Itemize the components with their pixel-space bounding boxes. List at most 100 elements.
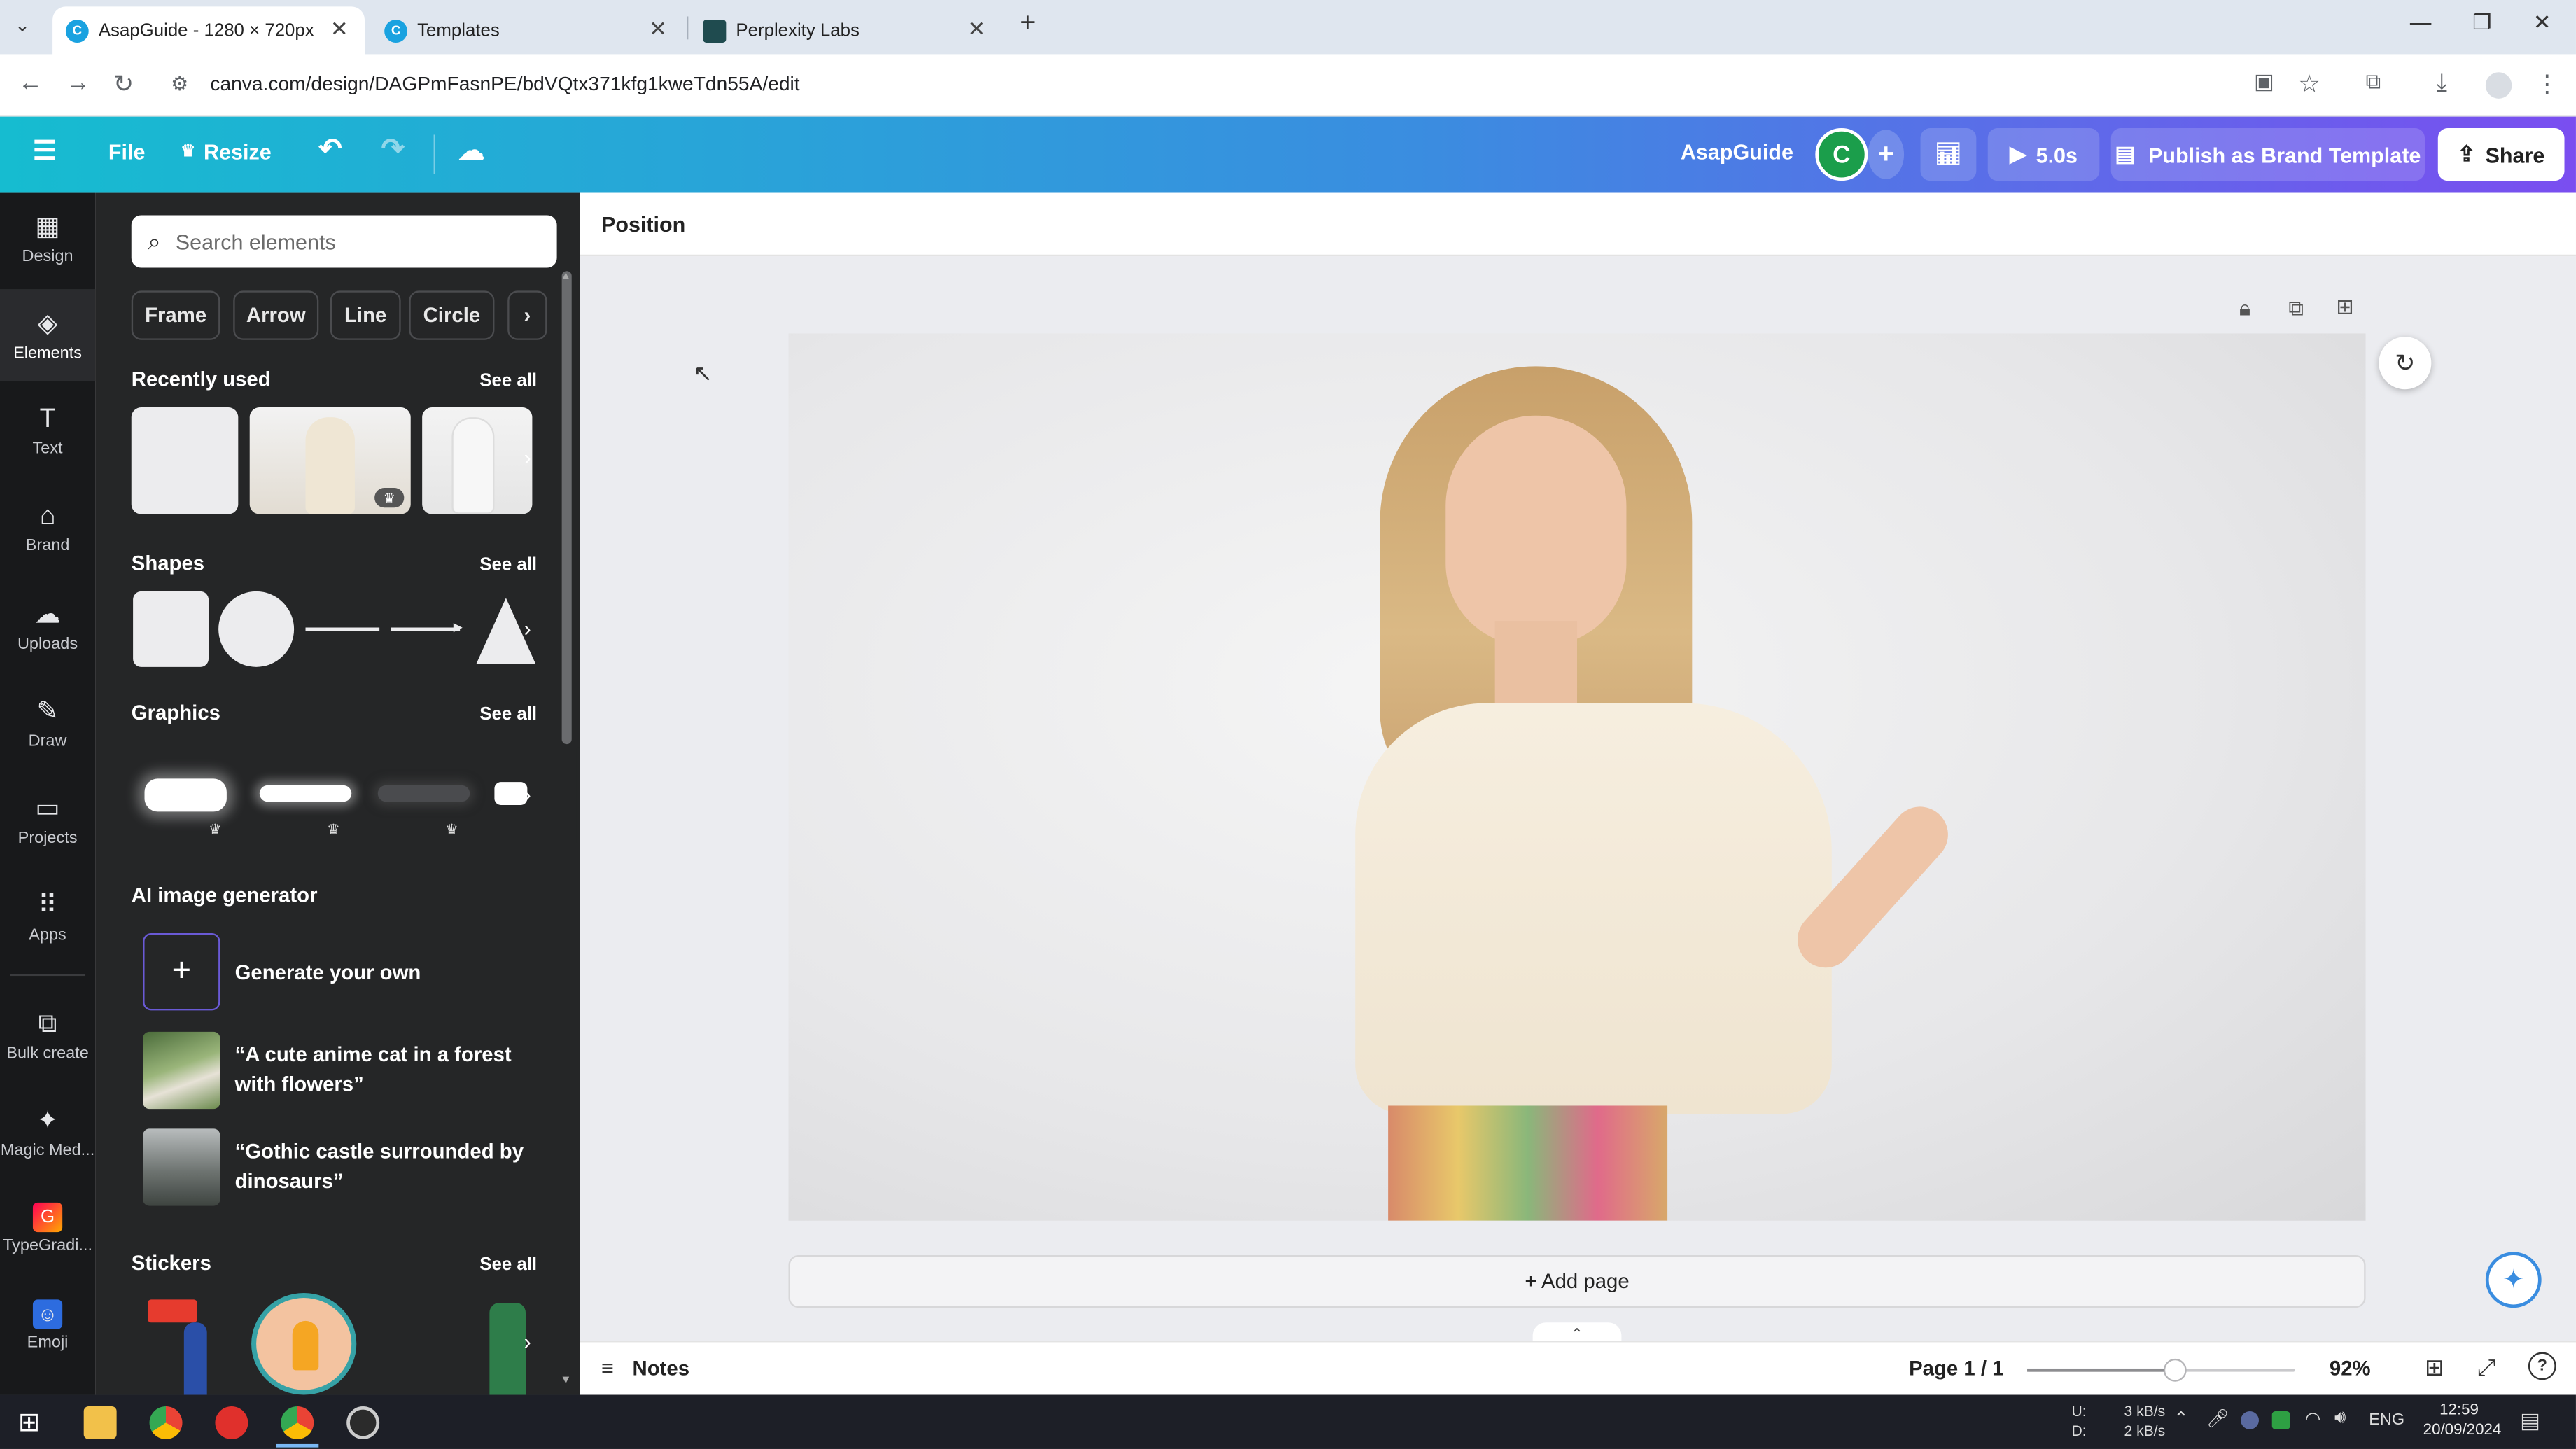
- graphic-dark-bar[interactable]: [377, 785, 470, 802]
- tab-list-chevron-icon[interactable]: ⌄: [15, 15, 30, 36]
- chrome-active-icon[interactable]: [281, 1406, 314, 1439]
- fullscreen-icon[interactable]: ⤢: [2477, 1354, 2496, 1382]
- resize-button[interactable]: Resize: [204, 139, 272, 164]
- publish-brand-template-button[interactable]: ▤ Publish as Brand Template: [2110, 128, 2426, 181]
- zoom-slider-handle[interactable]: [2163, 1358, 2186, 1382]
- graphic-partial[interactable]: [494, 782, 528, 805]
- share-button[interactable]: ⇪ Share: [2437, 128, 2565, 181]
- profile-avatar[interactable]: [2485, 72, 2512, 99]
- tab-templates[interactable]: C Templates ✕: [371, 6, 683, 54]
- rail-item-design[interactable]: ▦ Design: [0, 192, 95, 284]
- generate-plus-icon[interactable]: +: [143, 933, 220, 1011]
- rail-item-elements[interactable]: ◈ Elements: [0, 289, 96, 382]
- add-page-button[interactable]: + Add page: [788, 1255, 2366, 1308]
- shape-circle[interactable]: [218, 591, 295, 667]
- shape-arrow[interactable]: [391, 627, 461, 631]
- wifi-icon[interactable]: ◠: [2305, 1408, 2321, 1429]
- url-text[interactable]: canva.com/design/DAGPmFasnPE/bdVQtx371kf…: [210, 72, 799, 95]
- ai-castle-thumbnail[interactable]: [143, 1128, 220, 1206]
- ai-prompt-castle[interactable]: “Gothic castle surrounded by dinosaurs”: [235, 1137, 531, 1196]
- zoom-slider-track[interactable]: [2027, 1358, 2295, 1382]
- chip-circle[interactable]: Circle: [409, 290, 495, 340]
- browser-menu-icon[interactable]: ⋮: [2535, 69, 2559, 99]
- opera-icon[interactable]: [215, 1406, 248, 1439]
- position-button[interactable]: Position: [601, 212, 685, 237]
- add-page-icon[interactable]: ⊞: [2336, 294, 2354, 321]
- page-action-icon[interactable]: ▣: [2254, 69, 2274, 96]
- forward-icon[interactable]: →: [66, 69, 90, 97]
- chip-arrow[interactable]: Arrow: [233, 290, 319, 340]
- shapes-see-all[interactable]: See all: [479, 555, 537, 575]
- clock-date[interactable]: 20/09/2024: [2423, 1421, 2502, 1441]
- recent-photo-woman-2[interactable]: [422, 407, 533, 514]
- file-explorer-icon[interactable]: [83, 1406, 117, 1439]
- recent-photo-woman[interactable]: ♛: [249, 407, 411, 514]
- recent-next-icon[interactable]: ›: [524, 445, 531, 470]
- clock-time[interactable]: 12:59: [2440, 1401, 2479, 1421]
- graphics-next-icon[interactable]: ›: [524, 782, 531, 806]
- tray-nvidia-icon[interactable]: [2272, 1410, 2290, 1429]
- ai-prompt-cat[interactable]: “A cute anime cat in a forest with flowe…: [235, 1040, 531, 1099]
- new-tab-icon[interactable]: +: [1020, 10, 1035, 39]
- recent-square-shape[interactable]: [131, 407, 239, 514]
- rail-item-draw[interactable]: ✎ Draw: [0, 677, 95, 769]
- language-indicator[interactable]: ENG: [2369, 1411, 2404, 1429]
- shape-line[interactable]: [305, 627, 380, 631]
- insights-button[interactable]: 📊︎: [1920, 128, 1977, 181]
- tab-asapguide[interactable]: C AsapGuide - 1280 × 720px ✕: [52, 6, 365, 55]
- notifications-icon[interactable]: ▤: [2520, 1408, 2540, 1434]
- undo-icon[interactable]: ↶: [318, 133, 342, 166]
- design-name[interactable]: AsapGuide: [1681, 139, 1793, 164]
- download-icon[interactable]: ⤓: [2436, 69, 2447, 97]
- present-button[interactable]: ▶ 5.0s: [1987, 128, 2100, 181]
- tray-expand-icon[interactable]: ⌃: [2174, 1408, 2189, 1429]
- sticker-awareness-badge[interactable]: [251, 1293, 357, 1395]
- cloud-save-icon[interactable]: ☁: [458, 134, 485, 167]
- close-window-icon[interactable]: ✕: [2533, 10, 2552, 36]
- graphic-glow-bar[interactable]: [259, 785, 352, 802]
- search-elements-input[interactable]: ⌕ Search elements: [131, 215, 557, 268]
- rail-item-magic-media[interactable]: ✦ Magic Med...: [0, 1086, 95, 1177]
- notes-button[interactable]: Notes: [633, 1357, 690, 1380]
- grid-view-icon[interactable]: ⊞: [2425, 1354, 2444, 1382]
- shapes-next-icon[interactable]: ›: [524, 616, 531, 640]
- ai-cat-thumbnail[interactable]: [143, 1031, 220, 1110]
- invite-plus-icon[interactable]: +: [1868, 130, 1905, 179]
- minimize-icon[interactable]: —: [2410, 10, 2432, 34]
- chip-line[interactable]: Line: [330, 290, 401, 340]
- close-tab-icon[interactable]: ✕: [649, 16, 667, 43]
- file-menu-button[interactable]: File: [108, 139, 146, 164]
- rail-item-uploads[interactable]: ☁ Uploads: [0, 580, 95, 671]
- extensions-icon[interactable]: ⧉: [2366, 69, 2381, 96]
- windows-start-icon[interactable]: ⊞: [18, 1406, 40, 1439]
- back-icon[interactable]: ←: [18, 69, 43, 97]
- duplicate-page-icon[interactable]: ⧉: [2288, 295, 2304, 322]
- chrome-icon[interactable]: [149, 1406, 183, 1439]
- stickers-next-icon[interactable]: ›: [524, 1329, 531, 1354]
- chips-next-icon[interactable]: ›: [507, 290, 547, 340]
- obs-icon[interactable]: [346, 1406, 380, 1439]
- refresh-ai-icon[interactable]: ↻: [2379, 337, 2432, 390]
- reload-icon[interactable]: ↻: [113, 69, 134, 99]
- rail-item-brand[interactable]: ⌂ Brand: [0, 483, 95, 575]
- redo-icon[interactable]: ↷: [381, 133, 404, 166]
- rail-item-projects[interactable]: ▭ Projects: [0, 774, 95, 865]
- rail-item-apps[interactable]: ⠿ Apps: [0, 871, 95, 962]
- user-avatar[interactable]: C: [1815, 128, 1868, 181]
- scroll-down-icon[interactable]: ▼: [560, 1375, 571, 1386]
- site-settings-icon[interactable]: ⚙: [171, 72, 188, 95]
- page-indicator[interactable]: Page 1 / 1: [1909, 1357, 2003, 1380]
- volume-icon[interactable]: 🔊︎: [2334, 1408, 2346, 1429]
- shape-square[interactable]: [133, 591, 209, 667]
- sticker-person-sign[interactable]: [148, 1296, 223, 1395]
- zoom-level[interactable]: 92%: [2330, 1357, 2371, 1380]
- scroll-up-icon[interactable]: ▲: [560, 271, 571, 282]
- generate-your-own-label[interactable]: Generate your own: [235, 958, 421, 987]
- stickers-see-all[interactable]: See all: [479, 1255, 537, 1275]
- magic-assistant-icon[interactable]: ✦: [2485, 1252, 2542, 1308]
- design-page-photo[interactable]: [788, 333, 2366, 1221]
- restore-icon[interactable]: ❐: [2472, 10, 2491, 36]
- close-tab-icon[interactable]: ✕: [968, 16, 986, 43]
- main-menu-icon[interactable]: ☰: [33, 134, 57, 167]
- bookmark-star-icon[interactable]: ☆: [2298, 69, 2320, 99]
